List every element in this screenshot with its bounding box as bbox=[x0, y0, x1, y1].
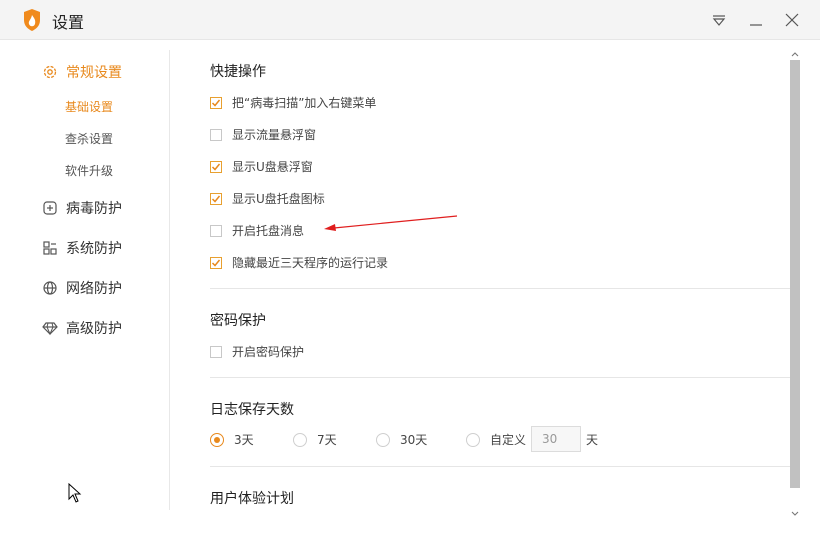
section-divider bbox=[210, 466, 790, 467]
checkmark-icon bbox=[211, 163, 221, 171]
close-button[interactable] bbox=[782, 10, 802, 30]
radio-30-days[interactable]: 30天 bbox=[376, 431, 427, 448]
radio-7-days[interactable]: 7天 bbox=[293, 431, 337, 448]
sidebar-item-general-settings[interactable]: 常规设置 bbox=[42, 62, 122, 82]
sidebar-item-virus-protection[interactable]: 病毒防护 bbox=[42, 198, 122, 218]
minimize-icon bbox=[750, 24, 762, 26]
settings-panel: 快捷操作 把“病毒扫描”加入右键菜单 显示流量悬浮窗 显示U盘悬浮窗 显示U盘托… bbox=[170, 40, 790, 540]
minimize-button[interactable] bbox=[746, 10, 766, 30]
option-label: 显示U盘托盘图标 bbox=[232, 192, 325, 206]
gear-icon bbox=[42, 64, 58, 80]
radio-custom[interactable]: 自定义 bbox=[466, 431, 526, 448]
checkbox[interactable] bbox=[210, 224, 222, 237]
section-title-log-days: 日志保存天数 bbox=[210, 402, 294, 418]
chevron-down-icon bbox=[791, 511, 799, 516]
option-label: 显示流量悬浮窗 bbox=[232, 128, 317, 142]
annotation-arrow-icon bbox=[324, 215, 458, 231]
radio-label: 30天 bbox=[400, 433, 428, 447]
radio[interactable] bbox=[376, 432, 390, 447]
subitem-software-update[interactable]: 软件升级 bbox=[65, 162, 113, 179]
sidebar-item-label: 系统防护 bbox=[66, 241, 122, 257]
subitem-basic-settings[interactable]: 基础设置 bbox=[65, 98, 113, 115]
radio-3-days[interactable]: 3天 bbox=[210, 431, 254, 448]
grid-icon bbox=[42, 240, 58, 256]
sidebar-item-network-protection[interactable]: 网络防护 bbox=[42, 278, 122, 298]
option-add-scan-to-context-menu[interactable]: 把“病毒扫描”加入右键菜单 bbox=[210, 94, 376, 111]
subitem-scan-settings[interactable]: 查杀设置 bbox=[65, 130, 113, 147]
plus-square-icon bbox=[42, 200, 58, 216]
sidebar-item-system-protection[interactable]: 系统防护 bbox=[42, 238, 122, 258]
checkbox[interactable] bbox=[210, 345, 222, 358]
close-icon bbox=[785, 13, 799, 27]
option-show-usb-float[interactable]: 显示U盘悬浮窗 bbox=[210, 158, 313, 175]
section-divider bbox=[210, 288, 790, 289]
option-label: 开启密码保护 bbox=[232, 345, 305, 359]
custom-days-input[interactable] bbox=[531, 426, 581, 452]
radio-label: 3天 bbox=[234, 433, 254, 447]
sidebar-item-label: 常规设置 bbox=[66, 65, 122, 81]
sidebar-item-advanced-protection[interactable]: 高级防护 bbox=[42, 318, 122, 338]
checkmark-icon bbox=[211, 259, 221, 267]
option-enable-password-protection[interactable]: 开启密码保护 bbox=[210, 343, 304, 360]
checkbox[interactable] bbox=[210, 128, 222, 141]
window-title: 设置 bbox=[52, 13, 85, 32]
scroll-down-button[interactable] bbox=[790, 508, 800, 520]
option-show-traffic-float[interactable]: 显示流量悬浮窗 bbox=[210, 126, 316, 143]
option-enable-tray-messages[interactable]: 开启托盘消息 bbox=[210, 222, 304, 239]
option-label: 显示U盘悬浮窗 bbox=[232, 160, 313, 174]
checkbox-checked[interactable] bbox=[210, 160, 222, 173]
dropdown-menu-icon bbox=[712, 15, 726, 26]
section-title-password: 密码保护 bbox=[210, 313, 266, 329]
option-label: 隐藏最近三天程序的运行记录 bbox=[232, 256, 389, 270]
scroll-up-button[interactable] bbox=[790, 48, 800, 60]
radio[interactable] bbox=[293, 432, 307, 447]
radio-label: 自定义 bbox=[490, 433, 527, 447]
section-title-user-experience: 用户体验计划 bbox=[210, 491, 294, 507]
radio-label: 7天 bbox=[317, 433, 337, 447]
radio-selected[interactable] bbox=[210, 432, 224, 447]
checkbox-checked[interactable] bbox=[210, 192, 222, 205]
days-unit-label: 天 bbox=[586, 433, 599, 447]
checkmark-icon bbox=[211, 195, 221, 203]
option-label: 开启托盘消息 bbox=[232, 224, 305, 238]
menu-dropdown-button[interactable] bbox=[709, 10, 729, 30]
chevron-up-icon bbox=[791, 52, 799, 57]
section-divider bbox=[210, 377, 790, 378]
section-title-shortcuts: 快捷操作 bbox=[210, 64, 266, 80]
scrollbar-thumb[interactable] bbox=[790, 60, 800, 488]
mouse-pointer-icon bbox=[68, 483, 82, 503]
flame-shield-logo-icon bbox=[24, 9, 40, 31]
sidebar-item-label: 病毒防护 bbox=[66, 201, 122, 217]
globe-icon bbox=[42, 280, 58, 296]
checkbox-checked[interactable] bbox=[210, 96, 222, 109]
option-show-usb-tray-icon[interactable]: 显示U盘托盘图标 bbox=[210, 190, 325, 207]
sidebar-item-label: 高级防护 bbox=[66, 321, 122, 337]
checkmark-icon bbox=[211, 99, 221, 107]
diamond-icon bbox=[42, 320, 58, 336]
option-hide-recent-run-records[interactable]: 隐藏最近三天程序的运行记录 bbox=[210, 254, 388, 271]
checkbox-checked[interactable] bbox=[210, 256, 222, 269]
option-label: 把“病毒扫描”加入右键菜单 bbox=[232, 96, 377, 110]
sidebar-item-label: 网络防护 bbox=[66, 281, 122, 297]
title-bar: 设置 bbox=[0, 0, 820, 40]
radio[interactable] bbox=[466, 432, 480, 447]
